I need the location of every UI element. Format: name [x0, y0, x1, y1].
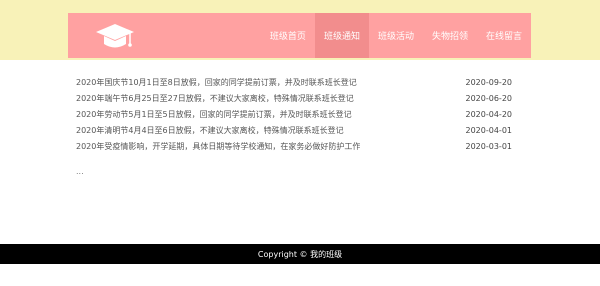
notice-row[interactable]: 2020年清明节4月4日至6日放假，不建议大家离校，特殊情况联系班长登记 202…: [76, 122, 512, 138]
notice-date: 2020-09-20: [465, 77, 513, 87]
nav-item-lost-found[interactable]: 失物招领: [423, 13, 477, 58]
graduation-cap-icon[interactable]: [95, 23, 135, 51]
notice-row[interactable]: 2020年国庆节10月1日至8日放假，回家的同学提前订票，并及时联系班长登记 2…: [76, 74, 512, 90]
notice-title[interactable]: 2020年受疫情影响，开学延期，具体日期等待学校通知，在家务必做好防护工作: [76, 141, 360, 152]
notice-title[interactable]: 2020年清明节4月4日至6日放假，不建议大家离校，特殊情况联系班长登记: [76, 125, 344, 136]
notice-date: 2020-04-01: [465, 125, 513, 135]
nav-item-messages[interactable]: 在线留言: [477, 13, 531, 58]
notice-title[interactable]: 2020年国庆节10月1日至8日放假，回家的同学提前订票，并及时联系班长登记: [76, 77, 357, 88]
notice-date: 2020-03-01: [465, 141, 513, 151]
notice-title[interactable]: 2020年端午节6月25日至27日放假，不建议大家离校，特殊情况联系班长登记: [76, 93, 354, 104]
site-header: 班级首页 班级通知 班级活动 失物招领 在线留言: [68, 13, 531, 58]
nav-item-notices[interactable]: 班级通知: [314, 13, 369, 58]
nav-item-home[interactable]: 班级首页: [261, 13, 315, 58]
site-footer: Copyright © 我的班级: [0, 244, 600, 264]
notice-title[interactable]: 2020年劳动节5月1日至5日放假，回家的同学提前订票，并及时联系班长登记: [76, 109, 352, 120]
copyright-text: Copyright © 我的班级: [257, 249, 343, 259]
notice-date: 2020-06-20: [465, 93, 513, 103]
more-link[interactable]: ...: [76, 167, 84, 176]
notice-row[interactable]: 2020年劳动节5月1日至5日放假，回家的同学提前订票，并及时联系班长登记 20…: [76, 106, 512, 122]
notice-list: 2020年国庆节10月1日至8日放假，回家的同学提前订票，并及时联系班长登记 2…: [76, 74, 512, 154]
nav-item-activities[interactable]: 班级活动: [369, 13, 423, 58]
notice-row[interactable]: 2020年端午节6月25日至27日放假，不建议大家离校，特殊情况联系班长登记 2…: [76, 90, 512, 106]
notice-date: 2020-04-20: [465, 109, 513, 119]
main-nav: 班级首页 班级通知 班级活动 失物招领 在线留言: [261, 13, 531, 58]
notice-row[interactable]: 2020年受疫情影响，开学延期，具体日期等待学校通知，在家务必做好防护工作 20…: [76, 138, 512, 154]
